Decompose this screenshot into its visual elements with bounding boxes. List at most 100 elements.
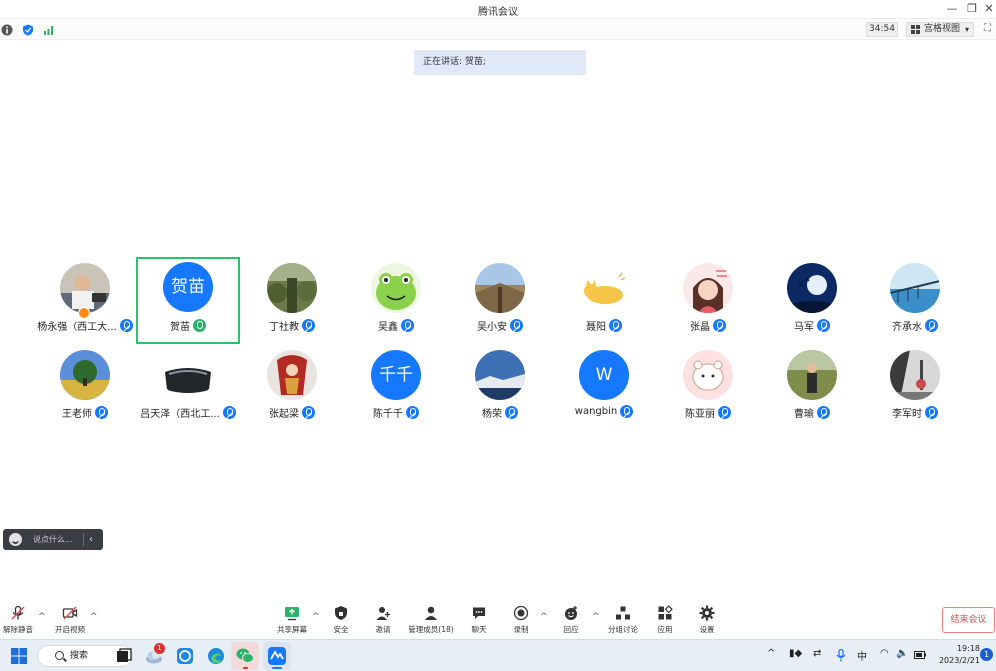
participant-tile[interactable]: 齐承水 [863,259,967,346]
taskbar-search-label: 搜索 [70,651,89,661]
avatar [371,263,421,313]
apps-grid-icon [658,605,673,620]
chevron-up-icon[interactable]: ^ [540,612,548,622]
input-method-indicator[interactable]: 中 [857,648,867,663]
mic-muted-icon [925,406,938,419]
settings-button[interactable]: 设置 [694,605,720,637]
breakout-icon [616,606,630,620]
notification-badge[interactable]: 1 [980,648,993,661]
restore-icon[interactable]: ❐ [965,2,979,15]
unmute-button[interactable]: 解除静音 [0,605,36,637]
end-meeting-button[interactable]: 结束会议 [942,607,995,633]
shield-icon[interactable] [22,24,34,36]
mic-muted-icon [222,406,236,419]
apps-label: 应用 [657,625,673,634]
participant-name: 吕天泽（西北工... [140,409,220,420]
invite-label: 邀请 [375,625,391,634]
microphone-icon[interactable] [836,649,846,662]
participant-name: 吴鑫 [378,322,398,333]
mic-muted-icon [401,319,414,332]
chevron-up-icon[interactable]: ^ [312,612,320,622]
window-title: 腾讯会议 [478,7,518,18]
fullscreen-icon[interactable]: ⛶ [984,23,994,35]
participant-tile[interactable]: 千千 陈千千 [344,346,448,433]
meeting-info-bar: 34:54 宫格视图 ▾ ⛶ [0,20,996,40]
avatar [890,350,940,400]
avatar [579,263,629,313]
participant-name: wangbin [574,406,618,417]
participant-tile[interactable]: 吴小安 [448,259,552,346]
chat-button[interactable]: 聊天 [464,605,494,637]
participant-name: 吴小安 [477,322,507,333]
participant-name: 李军时 [892,409,922,420]
participant-tile[interactable]: W wangbin [552,346,656,433]
participant-tile[interactable]: 张晶 [656,259,760,346]
record-button[interactable]: 录制 [506,605,536,637]
participant-tile[interactable]: 吴鑫 [344,259,448,346]
tray-switch-icon[interactable]: ⇄ [813,648,821,659]
app-icon[interactable] [175,646,195,666]
apps-button[interactable]: 应用 [652,605,678,637]
chevron-up-icon[interactable]: ^ [38,612,46,622]
clock-time: 19:18 [956,644,980,653]
participant-tile[interactable]: 陈亚丽 [656,346,760,433]
mic-muted-icon [95,406,108,419]
avatar [267,263,317,313]
breakout-rooms-button[interactable]: 分组讨论 [606,605,640,637]
participant-tile[interactable]: 丁社教 [240,259,344,346]
chevron-up-icon[interactable]: ^ [90,612,98,622]
invite-button[interactable]: 邀请 [368,605,398,637]
avatar [787,350,837,400]
close-icon[interactable]: ✕ [982,2,996,15]
start-video-button[interactable]: 开启视频 [52,605,88,637]
mic-muted-icon [925,319,938,332]
chevron-up-icon[interactable]: ^ [592,612,600,622]
tencent-meeting-taskbar-item[interactable] [263,642,291,670]
participant-tile[interactable]: 王老师 [33,346,137,433]
volume-icon[interactable]: 🔈 [896,648,908,659]
react-button[interactable]: 回应 [556,605,586,637]
security-shield-icon [335,606,347,620]
chevron-left-icon[interactable]: ‹ [89,529,93,550]
participant-name: 王老师 [62,409,92,420]
info-icon[interactable] [1,24,13,36]
minimize-icon[interactable]: — [945,2,959,15]
share-screen-label: 共享屏幕 [277,625,307,634]
security-button[interactable]: 安全 [326,605,356,637]
manage-members-button[interactable]: 管理成员(18) [408,605,454,637]
wifi-icon[interactable]: ◠ [880,648,889,659]
avatar: 千千 [371,350,421,400]
participant-tile[interactable]: 杨荣 [448,346,552,433]
participant-name: 陈千千 [373,409,403,420]
mic-muted-icon [510,319,523,332]
participant-tile[interactable]: 聂阳 [552,259,656,346]
participant-tile[interactable]: 吕天泽（西北工... [136,346,240,433]
chevron-up-icon[interactable]: ^ [767,648,775,659]
view-switch-button[interactable]: 宫格视图 ▾ [906,22,974,37]
participant-tile[interactable]: 张起梁 [240,346,344,433]
chat-label: 聊天 [471,625,487,634]
participant-name: 杨荣 [482,409,502,420]
task-view-icon[interactable] [114,646,134,666]
emoji-icon[interactable] [9,533,22,546]
battery-icon[interactable] [914,651,926,659]
participant-name: 杨永强（西工大... [37,322,117,333]
chat-icon [473,607,485,619]
share-screen-button[interactable]: 共享屏幕 [274,605,310,637]
participant-tile-active-speaker[interactable]: 贺苗 贺苗 [136,257,240,344]
wechat-taskbar-item[interactable] [231,642,259,670]
participant-tile[interactable]: 李军时 [863,346,967,433]
participant-tile[interactable]: 曹瑜 [760,346,864,433]
avatar [890,263,940,313]
signal-icon[interactable] [43,24,55,36]
participant-tile[interactable]: 杨永强（西工大... [33,259,137,346]
windows-start-icon[interactable] [9,646,29,666]
chat-quick-input[interactable]: 说点什么... ‹ [3,529,103,550]
participant-tile[interactable]: 马军 [760,259,864,346]
add-user-icon [376,607,390,620]
tray-app-icon[interactable]: ▮◆ [789,648,802,659]
avatar [475,263,525,313]
mic-muted-icon [817,319,830,332]
edge-browser-icon[interactable] [206,646,226,666]
system-clock[interactable]: 19:18 2023/2/21 [930,643,980,667]
